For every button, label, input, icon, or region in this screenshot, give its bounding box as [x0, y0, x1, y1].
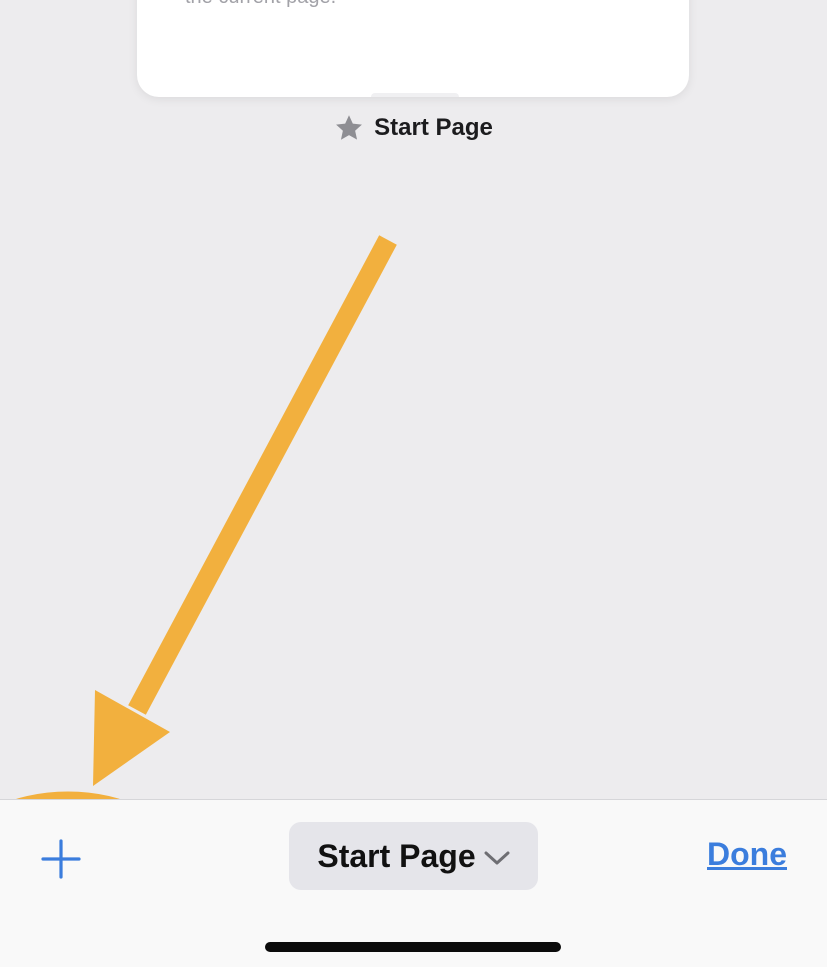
tab-group-label: Start Page [317, 837, 476, 874]
tab-group-button[interactable]: Start Page [289, 822, 538, 890]
done-button[interactable]: Done [707, 836, 787, 873]
plus-icon [41, 839, 81, 879]
home-indicator[interactable] [265, 942, 561, 952]
star-icon [334, 113, 364, 143]
tab-preview-text: the current page. [185, 0, 336, 9]
annotation-arrow [93, 235, 397, 786]
tab-card-grip [371, 93, 459, 97]
tab-title-row: Start Page [0, 110, 827, 146]
tab-overview-toolbar: Start Page Done [0, 799, 827, 967]
new-tab-button[interactable] [36, 834, 86, 884]
tab-title: Start Page [374, 114, 493, 141]
chevron-down-icon [484, 846, 510, 866]
tab-preview-card[interactable]: the current page. [137, 0, 689, 97]
